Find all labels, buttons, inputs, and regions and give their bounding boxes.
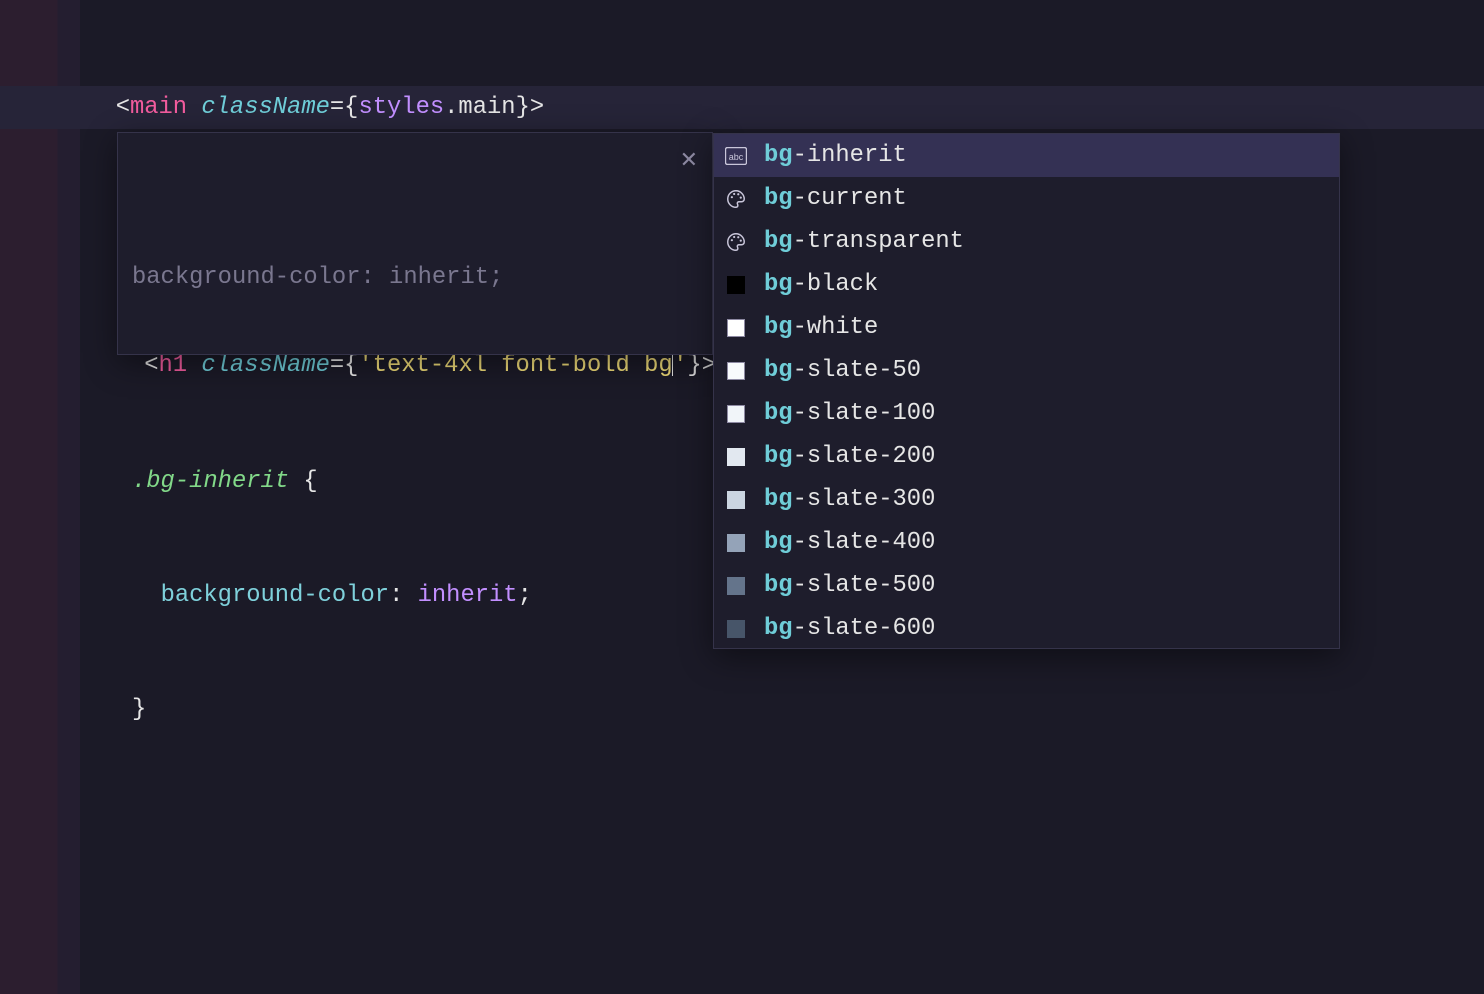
suggest-label: bg-white bbox=[764, 306, 878, 349]
suggest-item[interactable]: bg-current bbox=[714, 177, 1339, 220]
code-line[interactable] bbox=[0, 989, 1484, 994]
suggest-label: bg-slate-200 bbox=[764, 435, 935, 478]
suggest-label: bg-slate-600 bbox=[764, 607, 935, 650]
color-swatch-icon bbox=[727, 405, 745, 423]
suggest-label: bg-transparent bbox=[764, 220, 964, 263]
code-line[interactable]: <main className={styles.main}> bbox=[0, 86, 1484, 129]
suggest-item[interactable]: bg-slate-600 bbox=[714, 607, 1339, 650]
color-swatch-icon bbox=[727, 491, 745, 509]
suggest-label: bg-slate-50 bbox=[764, 349, 921, 392]
tooltip-rule-line: background-color: inherit; bbox=[132, 577, 698, 615]
color-swatch-icon bbox=[727, 620, 745, 638]
tooltip-selector-line: .bg-inherit { bbox=[132, 463, 698, 501]
color-swatch-icon bbox=[727, 319, 745, 337]
suggest-item[interactable]: bg-slate-400 bbox=[714, 521, 1339, 564]
suggest-label: bg-inherit bbox=[764, 134, 907, 177]
close-icon[interactable]: ✕ bbox=[680, 143, 698, 181]
code-line[interactable] bbox=[0, 860, 1484, 903]
suggest-item[interactable]: bg-white bbox=[714, 306, 1339, 349]
suggest-item[interactable]: bg-black bbox=[714, 263, 1339, 306]
color-swatch-icon bbox=[727, 534, 745, 552]
tooltip-plain-css: background-color: inherit; bbox=[132, 259, 698, 297]
palette-icon bbox=[724, 187, 748, 211]
color-swatch-icon bbox=[727, 577, 745, 595]
suggest-item[interactable]: bg-slate-200 bbox=[714, 435, 1339, 478]
suggest-item[interactable]: bg-slate-50 bbox=[714, 349, 1339, 392]
suggest-label: bg-slate-400 bbox=[764, 521, 935, 564]
suggest-item[interactable]: abc bg-inherit bbox=[714, 134, 1339, 177]
suggest-label: bg-slate-300 bbox=[764, 478, 935, 521]
code-editor[interactable]: <main className={styles.main}> <Button>H… bbox=[0, 0, 1484, 994]
suggest-label: bg-black bbox=[764, 263, 878, 306]
abc-icon: abc bbox=[724, 144, 748, 168]
suggest-label: bg-slate-500 bbox=[764, 564, 935, 607]
color-swatch-icon bbox=[727, 362, 745, 380]
svg-text:abc: abc bbox=[729, 152, 744, 162]
suggest-label: bg-current bbox=[764, 177, 907, 220]
autocomplete-suggest[interactable]: abcbg-inheritbg-currentbg-transparentbg-… bbox=[713, 133, 1340, 649]
suggest-item[interactable]: bg-slate-500 bbox=[714, 564, 1339, 607]
css-preview-tooltip: ✕ background-color: inherit; .bg-inherit… bbox=[117, 132, 713, 355]
suggest-item[interactable]: bg-transparent bbox=[714, 220, 1339, 263]
color-swatch-icon bbox=[727, 276, 745, 294]
suggest-item[interactable]: bg-slate-100 bbox=[714, 392, 1339, 435]
color-swatch-icon bbox=[727, 448, 745, 466]
suggest-item[interactable]: bg-slate-300 bbox=[714, 478, 1339, 521]
tooltip-close-brace: } bbox=[132, 691, 698, 729]
suggest-label: bg-slate-100 bbox=[764, 392, 935, 435]
palette-icon bbox=[724, 230, 748, 254]
